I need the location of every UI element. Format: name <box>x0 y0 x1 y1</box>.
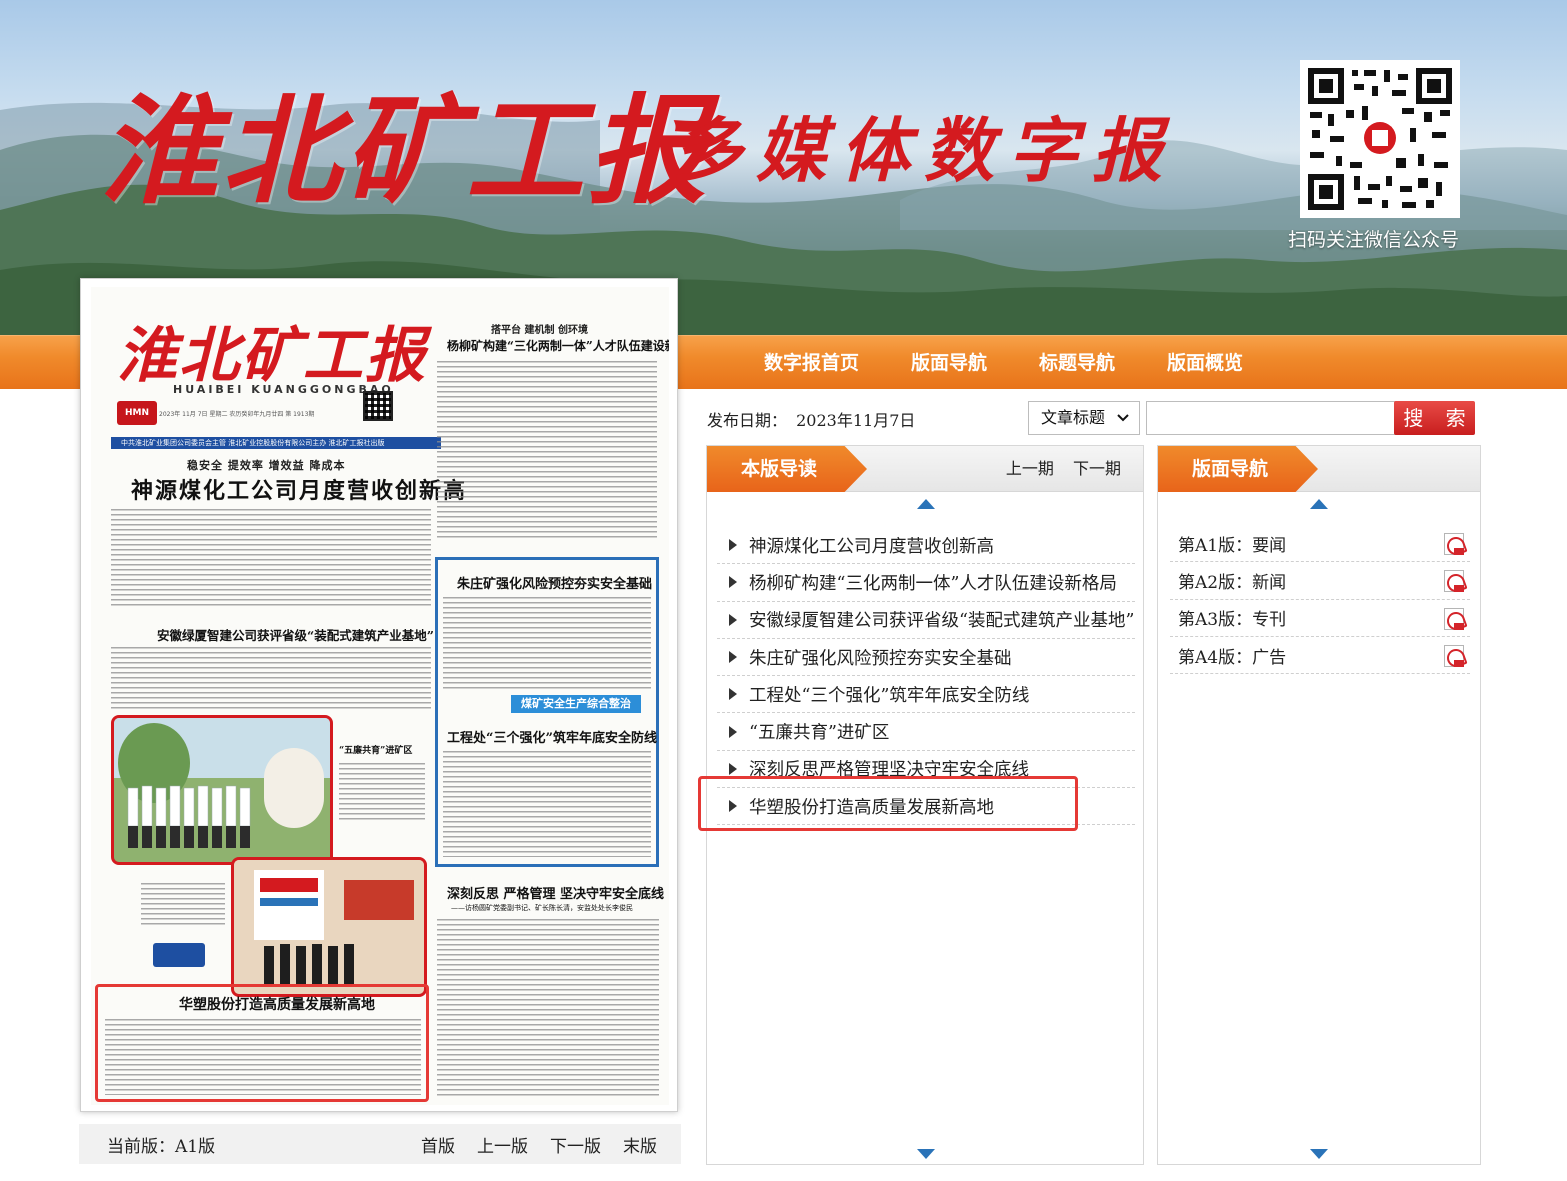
nav-home[interactable]: 数字报首页 <box>764 336 859 390</box>
paper-right-headline[interactable]: 杨柳矿构建“三化两制一体”人才队伍建设新格局 <box>447 337 669 354</box>
camera-news-icon <box>153 943 205 967</box>
chevron-down-icon <box>1116 402 1130 446</box>
triangle-right-icon <box>729 576 737 589</box>
hmn-logo-icon: HMN <box>117 401 157 425</box>
paper-pinyin: HUAIBEI KUANGGONGBAO <box>173 383 394 396</box>
paper-photo-1 <box>111 715 333 865</box>
triangle-right-icon <box>729 539 737 552</box>
nav-items: 数字报首页 版面导航 标题导航 版面概览 <box>764 336 1295 390</box>
paper-right-kicker: 搭平台 建机制 创环境 <box>491 325 588 336</box>
pager-links: 首版 上一版 下一版 末版 <box>421 1132 679 1157</box>
paper-masthead: 淮北矿工报 <box>117 321 427 391</box>
article-list: 神源煤化工公司月度营收创新高 杨柳矿构建“三化两制一体”人才队伍建设新格局 安徽… <box>717 527 1135 826</box>
pager-prev[interactable]: 上一版 <box>477 1132 528 1157</box>
date-value: 2023年11月7日 <box>796 411 916 430</box>
paper-text-block <box>443 597 651 691</box>
exhibit-photo-image <box>234 860 424 994</box>
scroll-up-icon[interactable] <box>1310 499 1328 509</box>
pdf-icon[interactable] <box>1444 533 1464 555</box>
qr-label: 扫码关注微信公众号 <box>1288 229 1460 251</box>
paper-blue-tag: 煤矿安全生产综合整治 <box>511 695 641 713</box>
pdf-icon[interactable] <box>1444 644 1464 667</box>
paper-subhead-b[interactable]: 朱庄矿强化风险预控夯实安全基础 <box>457 573 652 592</box>
newspaper-page[interactable]: 淮北矿工报 HUAIBEI KUANGGONGBAO HMN 2023年 11月… <box>91 287 669 1105</box>
paper-kicker: 稳安全 提效率 增效益 降成本 <box>187 459 346 472</box>
paper-text-block <box>339 763 425 823</box>
search-button[interactable]: 搜 索 <box>1394 401 1475 435</box>
site-subtitle: 多媒体数字报 <box>672 109 1176 192</box>
paper-subhead-c[interactable]: 工程处“三个强化”筑牢年底安全防线 <box>447 727 657 746</box>
paper-text-block <box>141 883 225 927</box>
guide-panel-title: 本版导读 <box>707 446 867 492</box>
scroll-up-icon[interactable] <box>917 499 935 509</box>
article-item[interactable]: 华塑股份打造高质量发展新高地 <box>717 788 1135 826</box>
article-item[interactable]: 杨柳矿构建“三化两制一体”人才队伍建设新格局 <box>717 564 1135 602</box>
issue-nav: 上一期 下一期 <box>992 446 1121 492</box>
pager-first[interactable]: 首版 <box>421 1132 455 1157</box>
newspaper-page-frame: 淮北矿工报 HUAIBEI KUANGGONGBAO HMN 2023年 11月… <box>80 278 678 1112</box>
guide-panel-header: 本版导读 上一期 下一期 <box>707 446 1143 492</box>
search-input[interactable] <box>1146 401 1396 435</box>
paper-text-block <box>437 361 657 541</box>
pager-next[interactable]: 下一版 <box>550 1132 601 1157</box>
qr-code-icon <box>1306 66 1454 212</box>
paper-qr-icon <box>363 391 393 421</box>
page-nav-panel: 版面导航 第A1版：要闻 第A2版：新闻 第A3版：专刊 第A4版：广告 <box>1157 445 1481 1165</box>
paper-text-block <box>437 919 659 1099</box>
page-nav-header: 版面导航 <box>1158 446 1480 492</box>
paper-photo-caption: “五廉共育”进矿区 <box>339 746 413 756</box>
wechat-qr-code <box>1300 60 1460 218</box>
paper-issue-line: 2023年 11月 7日 星期二 农历癸卯年九月廿四 第 1913期 <box>159 411 315 418</box>
site-logo[interactable]: 淮北矿工报 <box>100 55 710 226</box>
paper-text-block <box>443 751 651 857</box>
page-item-a4[interactable]: 第A4版：广告 <box>1170 637 1470 675</box>
triangle-right-icon <box>729 800 737 813</box>
nav-page-guide[interactable]: 版面导航 <box>911 336 987 390</box>
article-guide-panel: 本版导读 上一期 下一期 神源煤化工公司月度营收创新高 杨柳矿构建“三化两制一体… <box>706 445 1144 1165</box>
scroll-down-icon[interactable] <box>917 1149 935 1159</box>
search-type-select[interactable]: 文章标题 <box>1028 401 1140 435</box>
page-nav-title: 版面导航 <box>1158 446 1318 492</box>
triangle-right-icon <box>729 688 737 701</box>
paper-headline[interactable]: 神源煤化工公司月度营收创新高 <box>131 473 467 505</box>
paper-subhead-d[interactable]: 深刻反思 严格管理 坚决守牢安全底线 <box>447 883 664 902</box>
nav-page-overview[interactable]: 版面概览 <box>1167 336 1243 390</box>
paper-subhead-d2: ——访杨圆矿党委副书记、矿长陈长清，安监处处长李俊民 <box>451 904 633 912</box>
paper-text-block <box>105 1019 421 1095</box>
page-item-a2[interactable]: 第A2版：新闻 <box>1170 562 1470 600</box>
paper-text-block <box>111 647 431 709</box>
date-label: 发布日期： <box>707 411 788 430</box>
pdf-icon[interactable] <box>1444 607 1464 630</box>
article-item[interactable]: 深刻反思严格管理坚决守牢安全底线 <box>717 751 1135 789</box>
article-item[interactable]: “五廉共育”进矿区 <box>717 713 1135 751</box>
nav-title-guide[interactable]: 标题导航 <box>1039 336 1115 390</box>
paper-publisher-bar: 中共淮北矿业集团公司委员会主管 淮北矿业控股股份有限公司主办 淮北矿工报社出版 <box>111 437 441 449</box>
current-page-label: 当前版：A1版 <box>107 1136 216 1157</box>
triangle-right-icon <box>729 613 737 626</box>
paper-text-block <box>111 509 431 609</box>
scroll-down-icon[interactable] <box>1310 1149 1328 1159</box>
prev-issue-link[interactable]: 上一期 <box>1006 459 1054 478</box>
paper-subhead-a[interactable]: 安徽绿厦智建公司获评省级“装配式建筑产业基地” <box>157 625 434 644</box>
search-type-value: 文章标题 <box>1041 408 1106 427</box>
page-item-a1[interactable]: 第A1版：要闻 <box>1170 525 1470 563</box>
triangle-right-icon <box>729 651 737 664</box>
paper-bottom-headline[interactable]: 华塑股份打造高质量发展新高地 <box>179 994 375 1014</box>
pager-last[interactable]: 末版 <box>623 1132 657 1157</box>
next-issue-link[interactable]: 下一期 <box>1073 459 1121 478</box>
article-item[interactable]: 朱庄矿强化风险预控夯实安全基础 <box>717 639 1135 677</box>
triangle-right-icon <box>729 725 737 738</box>
article-item[interactable]: 安徽绿厦智建公司获评省级“装配式建筑产业基地” <box>717 602 1135 639</box>
triangle-right-icon <box>729 762 737 775</box>
page-item-a3[interactable]: 第A3版：专刊 <box>1170 600 1470 637</box>
page-pager: 当前版：A1版 首版 上一版 下一版 末版 <box>79 1124 681 1164</box>
paper-photo-2 <box>231 857 427 997</box>
page-list: 第A1版：要闻 第A2版：新闻 第A3版：专刊 第A4版：广告 <box>1170 525 1470 675</box>
group-photo-image <box>114 718 330 862</box>
publish-date: 发布日期： 2023年11月7日 <box>707 407 915 431</box>
pdf-icon[interactable] <box>1444 570 1464 593</box>
article-item[interactable]: 神源煤化工公司月度营收创新高 <box>717 527 1135 565</box>
article-item[interactable]: 工程处“三个强化”筑牢年底安全防线 <box>717 676 1135 714</box>
